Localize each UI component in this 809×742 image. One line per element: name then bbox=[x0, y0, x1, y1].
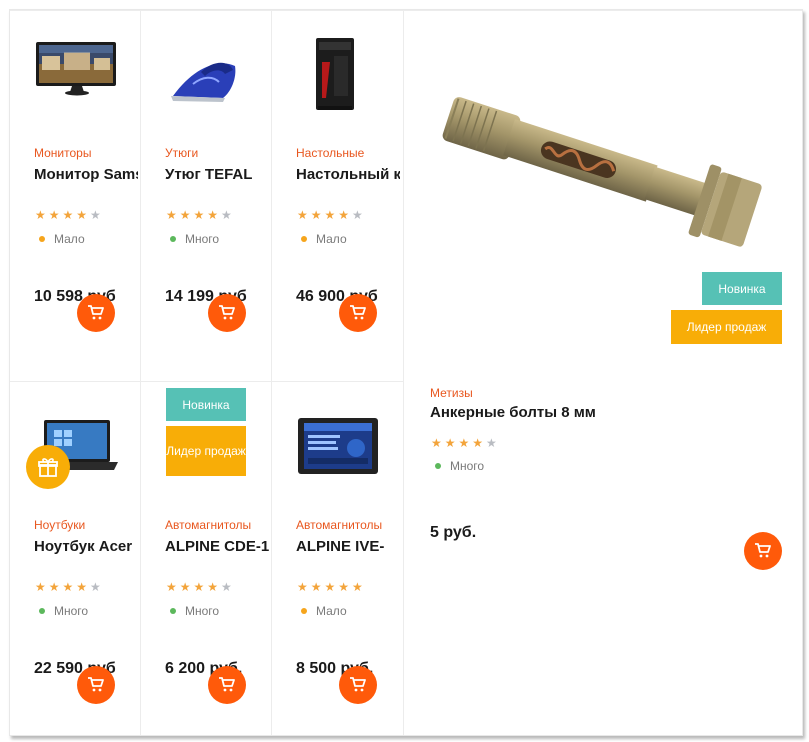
add-to-cart-button[interactable] bbox=[77, 666, 115, 704]
cart-icon bbox=[88, 305, 104, 320]
stock-indicator-icon bbox=[170, 608, 176, 614]
add-to-cart-button[interactable] bbox=[208, 294, 246, 332]
product-category[interactable]: Автомагнитолы bbox=[165, 518, 251, 532]
rating-stars: ★★★★★ bbox=[297, 208, 366, 222]
product-category[interactable]: Автомагнитолы bbox=[296, 518, 382, 532]
stock-indicator-icon bbox=[39, 608, 45, 614]
rating-stars: ★★★★★ bbox=[35, 208, 104, 222]
stock-status: Мало bbox=[301, 232, 347, 246]
product-name[interactable]: Настольный компьютер bbox=[296, 165, 400, 205]
add-to-cart-button[interactable] bbox=[208, 666, 246, 704]
product-card[interactable]: Мониторы Монитор Samsung ★★★★★ Мало 10 5… bbox=[10, 10, 140, 370]
new-badge: Новинка bbox=[702, 272, 782, 305]
rating-stars: ★★★★★ bbox=[166, 580, 235, 594]
cart-icon bbox=[350, 677, 366, 692]
cart-icon bbox=[755, 543, 771, 558]
desktop-pc-image[interactable] bbox=[294, 38, 384, 113]
cart-icon bbox=[88, 677, 104, 692]
add-to-cart-button[interactable] bbox=[77, 294, 115, 332]
rating-stars: ★★★★★ bbox=[297, 580, 366, 594]
stock-indicator-icon bbox=[170, 236, 176, 242]
product-category[interactable]: Настольные bbox=[296, 146, 364, 160]
stock-status: Много bbox=[170, 604, 219, 618]
stock-indicator-icon bbox=[435, 463, 441, 469]
stock-status: Много bbox=[435, 459, 484, 473]
rating-stars: ★★★★★ bbox=[431, 436, 500, 450]
product-grid: Мониторы Монитор Samsung ★★★★★ Мало 10 5… bbox=[9, 9, 803, 736]
iron-image[interactable] bbox=[163, 38, 253, 113]
product-card[interactable]: Автомагнитолы ALPINE IVE- ★★★★★ Мало 8 5… bbox=[272, 382, 402, 742]
featured-product-card[interactable]: Новинка Лидер продаж Метизы Анкерные бол… bbox=[404, 10, 802, 735]
product-category[interactable]: Метизы bbox=[430, 386, 473, 400]
product-category[interactable]: Ноутбуки bbox=[34, 518, 85, 532]
product-category[interactable]: Мониторы bbox=[34, 146, 91, 160]
cart-icon bbox=[350, 305, 366, 320]
stock-indicator-icon bbox=[301, 236, 307, 242]
product-category[interactable]: Утюги bbox=[165, 146, 198, 160]
new-badge: Новинка bbox=[166, 388, 246, 421]
gift-icon[interactable] bbox=[26, 445, 70, 489]
product-card[interactable]: Настольные Настольный компьютер ★★★★★ Ма… bbox=[272, 10, 402, 370]
add-to-cart-button[interactable] bbox=[744, 532, 782, 570]
product-card[interactable]: Утюги Утюг TEFAL ★★★★★ Много 14 199 руб. bbox=[141, 10, 271, 370]
stock-indicator-icon bbox=[301, 608, 307, 614]
car-stereo-touch-image[interactable] bbox=[294, 410, 384, 485]
product-name[interactable]: Утюг TEFAL bbox=[165, 165, 269, 205]
cart-icon bbox=[219, 677, 235, 692]
product-name[interactable]: Анкерные болты 8 мм bbox=[430, 403, 730, 425]
add-to-cart-button[interactable] bbox=[339, 294, 377, 332]
rating-stars: ★★★★★ bbox=[35, 580, 104, 594]
rating-stars: ★★★★★ bbox=[166, 208, 235, 222]
bestseller-badge: Лидер продаж bbox=[671, 310, 782, 344]
product-name[interactable]: Монитор Samsung bbox=[34, 165, 138, 205]
stock-status: Мало bbox=[39, 232, 85, 246]
product-name[interactable]: Ноутбук Acer bbox=[34, 537, 138, 577]
add-to-cart-button[interactable] bbox=[339, 666, 377, 704]
stock-status: Много bbox=[170, 232, 219, 246]
stock-status: Мало bbox=[301, 604, 347, 618]
product-price: 5 руб. bbox=[430, 524, 477, 541]
monitor-image[interactable] bbox=[32, 38, 122, 113]
stock-status: Много bbox=[39, 604, 88, 618]
bestseller-badge: Лидер продаж bbox=[166, 426, 246, 476]
product-card[interactable]: Ноутбуки Ноутбук Acer ★★★★★ Много 22 590… bbox=[10, 382, 140, 742]
anchor-bolt-image[interactable] bbox=[428, 88, 780, 288]
product-name[interactable]: ALPINE IVE- bbox=[296, 537, 400, 577]
product-card[interactable]: Новинка Лидер продаж Автомагнитолы ALPIN… bbox=[141, 382, 271, 742]
stock-indicator-icon bbox=[39, 236, 45, 242]
product-name[interactable]: ALPINE CDE-175R, bbox=[165, 537, 269, 577]
cart-icon bbox=[219, 305, 235, 320]
